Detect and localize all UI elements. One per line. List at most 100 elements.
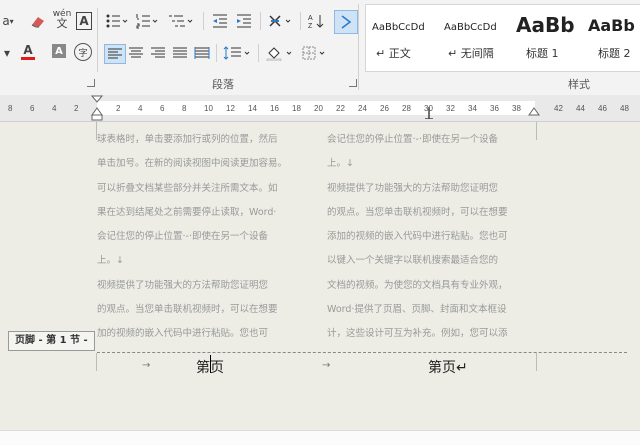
ruler-tick-label: 2 — [74, 104, 79, 113]
line-spacing-button[interactable] — [222, 44, 254, 62]
text-line: Word·提供了页眉、页脚、封面和文本框设 — [327, 304, 507, 316]
ruler-tick-label: 8 — [182, 104, 187, 113]
justify-button[interactable] — [170, 44, 190, 62]
decrease-indent-button[interactable] — [210, 12, 230, 30]
bullets-button[interactable] — [104, 12, 130, 30]
font-color-button[interactable]: A — [14, 42, 42, 60]
indent-marker-icon[interactable] — [91, 95, 103, 121]
phonetic-guide-button[interactable]: wén 文 — [52, 10, 72, 30]
enclose-characters-button[interactable]: 字 — [74, 43, 92, 61]
text-line: 球表格时，单击要添加行或列的位置，然后 — [97, 134, 278, 145]
text-effects-dropdown[interactable]: ▾ — [2, 44, 12, 62]
style-no-spacing[interactable]: AaBbCcDd ↵ 无间隔 — [438, 5, 508, 69]
align-center-button[interactable] — [126, 44, 146, 62]
ruler-tick-label: 48 — [620, 104, 629, 113]
borders-icon — [302, 46, 325, 60]
ruler-tick-label: 44 — [576, 104, 585, 113]
font-group-launcher[interactable] — [87, 79, 95, 87]
margin-corner — [96, 353, 97, 371]
divider — [260, 12, 261, 30]
text-line: 添加的视频的嵌入代码中进行粘贴。您也可 — [327, 231, 508, 243]
styles-gallery: AaBbCcDd ↵ 正文 AaBbCcDd ↵ 无间隔 AaBb 标题 1 A… — [365, 4, 640, 72]
character-border-button[interactable]: A — [76, 12, 92, 30]
distributed-icon — [194, 47, 210, 59]
footer-boundary — [97, 352, 627, 353]
ruler-tick-label: 38 — [512, 104, 521, 113]
numbered-list-icon — [136, 14, 158, 29]
divider — [216, 44, 217, 62]
divider — [300, 12, 301, 30]
text-line: 视频提供了功能强大的方法帮助您证明您 — [327, 182, 499, 194]
align-right-button[interactable] — [148, 44, 168, 62]
ruler-tick-label: 32 — [446, 104, 455, 113]
document-area[interactable]: 球表格时，单击要添加行或列的位置，然后 单击加号。在新的阅读视图中阅读更加容易。可… — [0, 122, 640, 444]
ruler-tick-label: 4 — [52, 104, 57, 113]
style-normal[interactable]: AaBbCcDd ↵ 正文 — [366, 5, 436, 69]
style-preview: AaBb — [516, 13, 575, 37]
ruler-tick-label: 36 — [490, 104, 499, 113]
divider — [358, 4, 359, 90]
font-color-swatch — [21, 56, 35, 60]
align-left-button[interactable] — [104, 44, 126, 64]
clear-format-button[interactable] — [28, 12, 48, 30]
style-preview: AaBb — [588, 16, 635, 35]
multilevel-list-icon — [169, 15, 193, 27]
styles-group-label: 样式 — [568, 79, 590, 91]
text-line: 上。↓ — [97, 255, 124, 267]
ruler-tick-label: 6 — [30, 104, 35, 113]
style-preview: AaBbCcDd — [444, 22, 497, 33]
sort-az-icon: AZ — [308, 15, 324, 29]
multilevel-list-button[interactable] — [166, 12, 196, 30]
tab-stop-icon[interactable] — [424, 105, 434, 119]
ruler-tick-label: 12 — [226, 104, 235, 113]
ruler-tick-label: 2 — [116, 104, 121, 113]
tab-arrow-icon: → — [322, 360, 331, 371]
status-area — [0, 430, 640, 445]
ruler-tick-label: 14 — [248, 104, 257, 113]
font-size-decrease-button[interactable]: a ▾ — [2, 12, 14, 30]
paragraph-group-launcher[interactable] — [349, 79, 357, 87]
sort-button[interactable]: AZ — [306, 12, 326, 30]
margin-corner — [536, 353, 537, 371]
numbering-button[interactable] — [134, 12, 160, 30]
increase-indent-button[interactable] — [234, 12, 254, 30]
paragraph-mark-icon — [341, 15, 352, 29]
text-line: 以键入一个关键字以联机搜索最适合您的 — [327, 255, 499, 267]
text-line: 视频提供了功能强大的方法帮助您证明您 — [97, 279, 269, 291]
increase-indent-icon — [237, 14, 251, 28]
style-heading-1[interactable]: AaBb 标题 1 — [510, 5, 580, 69]
borders-button[interactable] — [300, 44, 330, 62]
distributed-button[interactable] — [192, 44, 212, 62]
character-shading-button[interactable]: A — [52, 44, 66, 58]
ruler-tick-label: 6 — [160, 104, 165, 113]
divider — [97, 8, 98, 72]
paint-bucket-icon — [266, 47, 292, 61]
divider — [258, 44, 259, 62]
text-line: 计，这些设计可互为补充。例如，您可以添 — [327, 328, 508, 340]
ruler-tick-label: 22 — [336, 104, 345, 113]
style-name: ↵ 无间隔 — [448, 47, 494, 60]
ruler-tick-label: 16 — [270, 104, 279, 113]
ruler-tick-label: 4 — [138, 104, 143, 113]
show-hide-marks-button[interactable] — [334, 10, 358, 34]
style-heading-2[interactable]: AaBb 标题 2 — [582, 5, 640, 69]
footer-page-field-right[interactable]: 第页↵ — [428, 357, 468, 377]
ruler-tick-label: 18 — [292, 104, 301, 113]
line-spacing-icon — [223, 46, 250, 60]
ruler-tick-label: 24 — [358, 104, 367, 113]
shading-button[interactable] — [264, 44, 296, 62]
horizontal-ruler[interactable]: 8642246810121416182022242628303234363842… — [0, 95, 640, 122]
right-indent-marker-icon[interactable] — [528, 106, 540, 116]
chinese-layout-button[interactable] — [266, 12, 296, 30]
ruler-tick-label: 42 — [554, 104, 563, 113]
ruler-tick-label: 34 — [468, 104, 477, 113]
align-right-icon — [151, 47, 165, 58]
footer-page-text: 第页↵ — [428, 360, 468, 376]
tab-arrow-icon: → — [142, 360, 151, 371]
text-line: 果在达到结尾处之前需要停止读取，Word· — [97, 206, 277, 218]
align-left-icon — [108, 48, 122, 59]
align-center-icon — [129, 47, 143, 58]
text-line: 的观点。当您单击联机视频时，可以在想要 — [97, 304, 278, 316]
character-border-label: A — [79, 14, 89, 28]
style-preview: AaBbCcDd — [372, 22, 425, 33]
